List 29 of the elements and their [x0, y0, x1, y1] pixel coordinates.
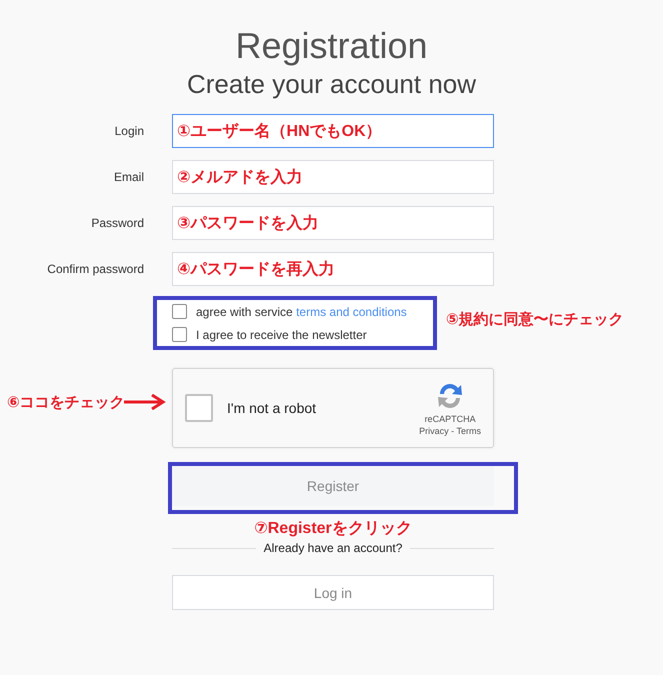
annotation-text: ⑦Registerをクリック: [254, 519, 412, 539]
captcha-label: I'm not a robot: [227, 400, 318, 416]
checkbox[interactable]: [172, 327, 187, 342]
input-field[interactable]: ④パスワードを再入力: [172, 252, 494, 286]
checkbox[interactable]: [172, 304, 187, 319]
terms-link[interactable]: terms and conditions: [296, 304, 407, 318]
captcha-brand: reCAPTCHA: [424, 414, 476, 424]
input-field[interactable]: ②メルアドを入力: [172, 160, 494, 194]
divider-text: Already have an account?: [264, 541, 402, 555]
checkbox-label: I agree to receive the newsletter: [196, 328, 367, 342]
field-label: Password: [90, 216, 144, 230]
page-title: Registration: [234, 24, 429, 68]
annotation-text: ③パスワードを入力: [177, 213, 319, 234]
annotation-text: ⑥ココをチェック: [7, 393, 125, 412]
pointer-arrow: [122, 394, 166, 410]
annotation-text: ②メルアドを入力: [177, 167, 303, 188]
field-label: Email: [112, 170, 144, 184]
login-button[interactable]: Log in: [172, 575, 494, 610]
page-subtitle: Create your account now: [186, 68, 478, 100]
field-label: Login: [114, 124, 144, 138]
input-field[interactable]: ①ユーザー名（HNでもOK）: [172, 114, 494, 148]
checkbox-label: agree with service terms and conditions: [196, 304, 407, 318]
captcha-checkbox[interactable]: [185, 394, 213, 422]
annotation-text: ⑤規約に同意〜にチェック: [446, 310, 624, 329]
annotation-text: ④パスワードを再入力: [177, 259, 335, 280]
input-field[interactable]: ③パスワードを入力: [172, 206, 494, 240]
annotation-text: ①ユーザー名（HNでもOK）: [177, 122, 382, 142]
captcha-links[interactable]: Privacy - Terms: [419, 426, 481, 436]
field-label: Confirm password: [46, 262, 144, 276]
